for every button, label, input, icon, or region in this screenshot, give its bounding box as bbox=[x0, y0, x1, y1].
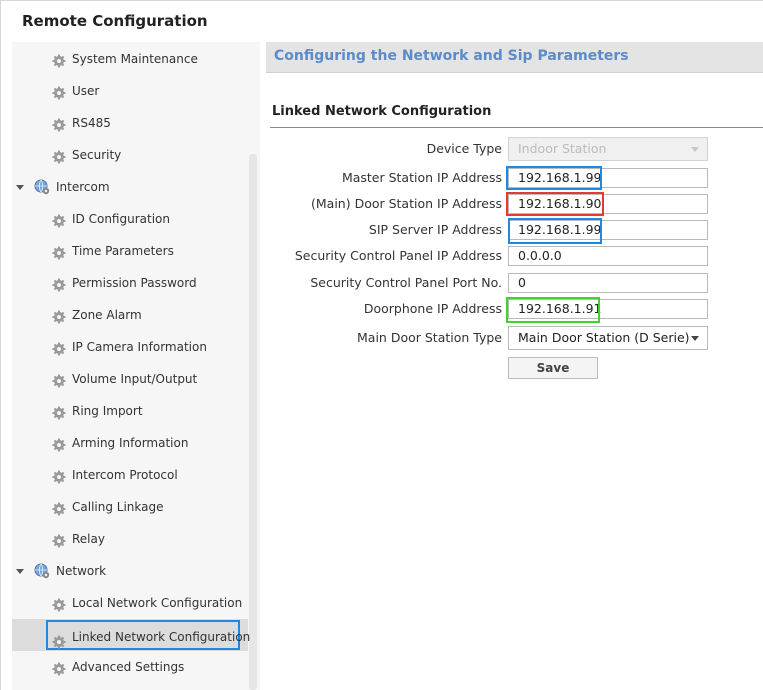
sidebar-item-intercom[interactable]: Intercom bbox=[16, 175, 110, 199]
gear-icon bbox=[52, 84, 66, 99]
sip-server-ip-input[interactable]: 192.168.1.99 bbox=[508, 220, 708, 240]
device-type-select: Indoor Station bbox=[508, 137, 708, 161]
sidebar-item-label: Linked Network Configuration bbox=[72, 630, 251, 644]
sidebar-item-label: Calling Linkage bbox=[72, 500, 164, 514]
sidebar-item-label: Relay bbox=[72, 532, 105, 546]
sidebar-item-time-parameters[interactable]: Time Parameters bbox=[52, 239, 174, 263]
device-type-label: Device Type bbox=[426, 141, 502, 156]
sidebar-item-label: RS485 bbox=[72, 116, 111, 130]
expand-arrow-icon[interactable] bbox=[16, 185, 24, 190]
doorphone-ip-input[interactable]: 192.168.1.91 bbox=[508, 299, 708, 319]
sidebar-item-label: Local Network Configuration bbox=[72, 596, 243, 610]
gear-icon bbox=[52, 340, 66, 355]
sidebar-item-label: Permission Password bbox=[72, 276, 197, 290]
chevron-down-icon bbox=[691, 336, 699, 341]
sip-server-ip-label: SIP Server IP Address bbox=[368, 222, 502, 237]
expand-arrow-icon[interactable] bbox=[16, 569, 24, 574]
chevron-down-icon bbox=[691, 147, 699, 152]
sidebar-item-linked-network-configuration[interactable]: Linked Network Configuration bbox=[46, 620, 250, 650]
sidebar-item-relay[interactable]: Relay bbox=[52, 527, 105, 551]
sidebar-item-advanced-settings[interactable]: Advanced Settings bbox=[52, 655, 184, 679]
globe-icon bbox=[34, 563, 50, 579]
sidebar-item-label: Advanced Settings bbox=[72, 660, 185, 674]
sidebar-item-zone-alarm[interactable]: Zone Alarm bbox=[52, 303, 142, 327]
sidebar-item-label: Intercom bbox=[56, 180, 110, 194]
window-title: Remote Configuration bbox=[22, 12, 208, 30]
main-door-station-type-label: Main Door Station Type bbox=[357, 330, 502, 345]
page-header: Configuring the Network and Sip Paramete… bbox=[266, 42, 763, 73]
sidebar-item-label: Ring Import bbox=[72, 404, 143, 418]
sidebar-item-intercom-protocol[interactable]: Intercom Protocol bbox=[52, 463, 178, 487]
sidebar-scrollbar[interactable] bbox=[249, 154, 257, 690]
sidebar-item-label: Network bbox=[56, 564, 107, 578]
sidebar-item-arming-information[interactable]: Arming Information bbox=[52, 431, 188, 455]
sidebar-item-security[interactable]: Security bbox=[52, 143, 121, 167]
sidebar-item-label: Security bbox=[72, 148, 122, 162]
sidebar-item-network[interactable]: Network bbox=[16, 559, 106, 583]
gear-icon bbox=[52, 244, 66, 259]
page-title: Configuring the Network and Sip Paramete… bbox=[274, 48, 629, 64]
sidebar-item-label: Arming Information bbox=[72, 436, 189, 450]
sidebar-item-local-network-configuration[interactable]: Local Network Configuration bbox=[52, 591, 242, 615]
gear-icon bbox=[52, 276, 66, 291]
sidebar-item-label: User bbox=[72, 84, 100, 98]
globe-icon bbox=[34, 179, 50, 195]
gear-icon bbox=[52, 116, 66, 131]
doorphone-ip-label: Doorphone IP Address bbox=[363, 301, 502, 316]
gear-icon bbox=[52, 212, 66, 227]
gear-icon bbox=[52, 148, 66, 163]
security-panel-port-input[interactable]: 0 bbox=[508, 273, 708, 293]
gear-icon bbox=[52, 436, 66, 451]
sidebar-item-volume-input-output[interactable]: Volume Input/Output bbox=[52, 367, 197, 391]
gear-icon bbox=[52, 532, 66, 547]
sidebar-item-rs485[interactable]: RS485 bbox=[52, 111, 111, 135]
master-station-ip-label: Master Station IP Address bbox=[341, 170, 502, 185]
security-panel-ip-label: Security Control Panel IP Address bbox=[294, 248, 502, 263]
window-top-border bbox=[0, 0, 763, 1]
device-type-value: Indoor Station bbox=[518, 141, 607, 156]
save-button[interactable]: Save bbox=[508, 357, 598, 379]
sidebar-item-user[interactable]: User bbox=[52, 79, 99, 103]
gear-icon bbox=[52, 372, 66, 387]
gear-icon bbox=[52, 468, 66, 483]
sidebar-item-label: ID Configuration bbox=[72, 212, 170, 226]
sidebar-item-id-configuration[interactable]: ID Configuration bbox=[52, 207, 170, 231]
gear-icon bbox=[52, 596, 66, 611]
gear-icon bbox=[52, 404, 66, 419]
sidebar-item-label: Volume Input/Output bbox=[72, 372, 198, 386]
main-door-station-type-select[interactable]: Main Door Station (D Serie) bbox=[508, 326, 708, 350]
main-panel: Configuring the Network and Sip Paramete… bbox=[266, 42, 763, 690]
sidebar-item-label: Intercom Protocol bbox=[72, 468, 178, 482]
sidebar-item-system-maintenance[interactable]: System Maintenance bbox=[52, 47, 198, 71]
gear-icon bbox=[52, 660, 66, 675]
sidebar-item-ip-camera-information[interactable]: IP Camera Information bbox=[52, 335, 207, 359]
sidebar-item-permission-password[interactable]: Permission Password bbox=[52, 271, 197, 295]
security-panel-port-label: Security Control Panel Port No. bbox=[310, 275, 502, 290]
gear-icon bbox=[52, 500, 66, 515]
master-station-ip-input[interactable]: 192.168.1.99 bbox=[508, 168, 708, 188]
sidebar-item-ring-import[interactable]: Ring Import bbox=[52, 399, 143, 423]
gear-icon bbox=[52, 630, 66, 648]
main-door-station-ip-input[interactable]: 192.168.1.90 bbox=[508, 194, 708, 214]
main-door-station-type-value: Main Door Station (D Serie) bbox=[518, 330, 690, 345]
section-divider bbox=[270, 127, 763, 128]
security-panel-ip-input[interactable]: 0.0.0.0 bbox=[508, 246, 708, 266]
sidebar-item-label: Zone Alarm bbox=[72, 308, 142, 322]
window-left-border bbox=[0, 0, 1, 690]
sidebar-item-label: IP Camera Information bbox=[72, 340, 207, 354]
sidebar-item-label: Time Parameters bbox=[72, 244, 174, 258]
gear-icon bbox=[52, 308, 66, 323]
main-door-station-ip-label: (Main) Door Station IP Address bbox=[311, 196, 502, 211]
section-title: Linked Network Configuration bbox=[272, 104, 492, 119]
sidebar-item-label: System Maintenance bbox=[72, 52, 198, 66]
sidebar-item-calling-linkage[interactable]: Calling Linkage bbox=[52, 495, 164, 519]
gear-icon bbox=[52, 52, 66, 67]
